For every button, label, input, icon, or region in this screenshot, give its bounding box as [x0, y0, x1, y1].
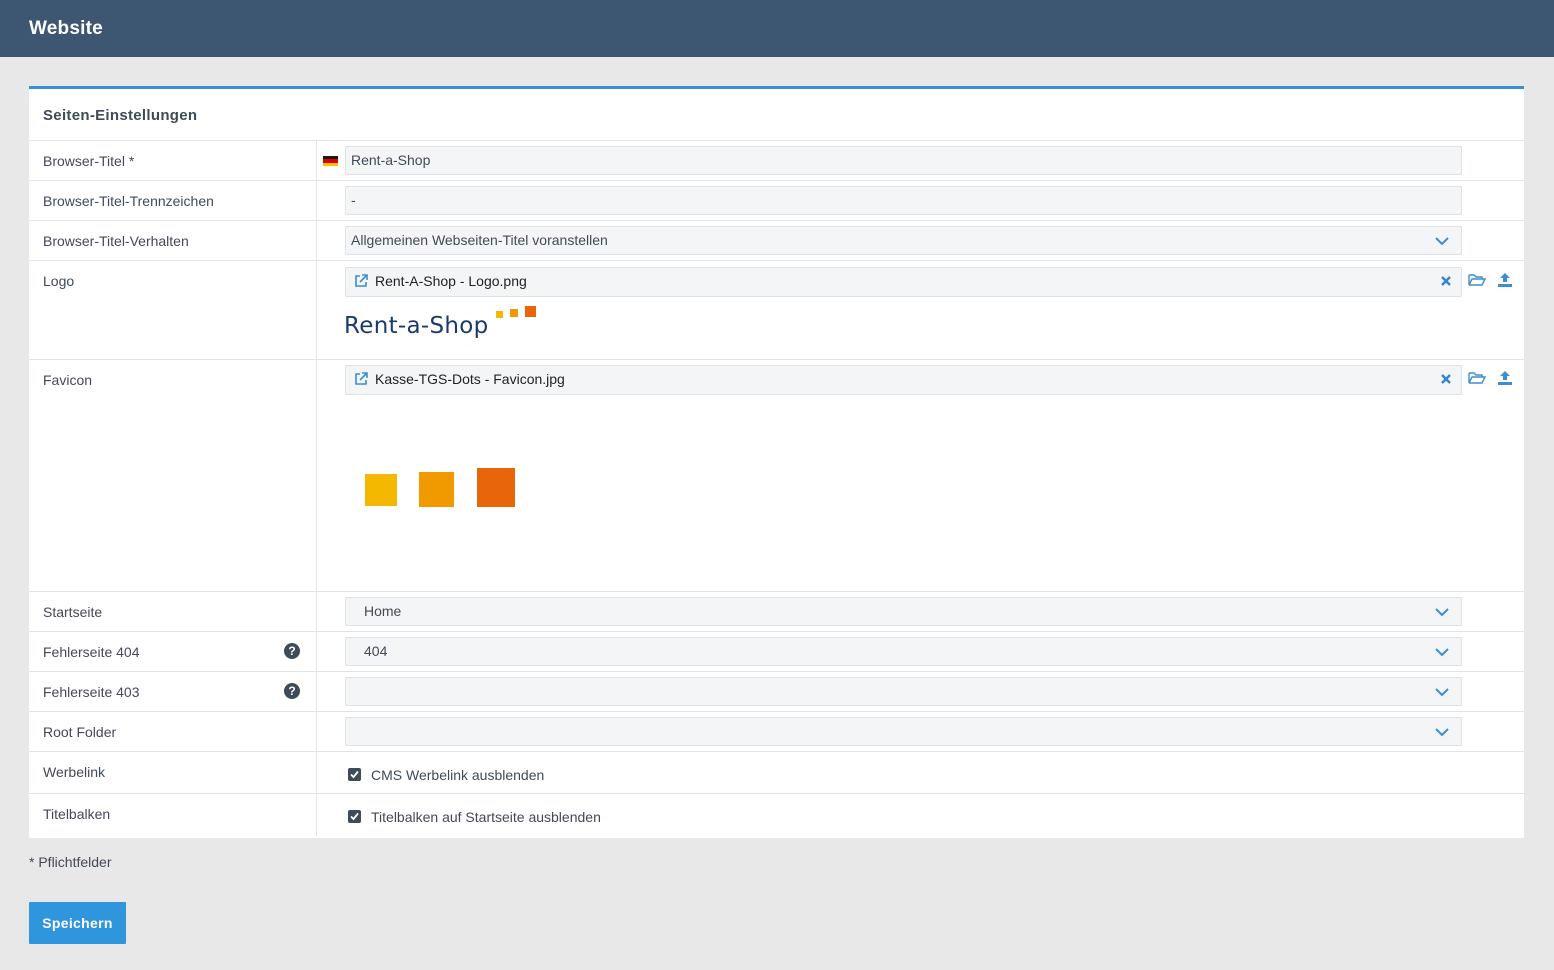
save-button[interactable]: Speichern [29, 902, 126, 944]
error-403-label: Fehlerseite 403 [43, 684, 140, 700]
logo-filename: Rent-A-Shop - Logo.png [375, 273, 527, 289]
row-ad-link: Werbelink CMS Werbelink ausblenden [29, 752, 1524, 794]
title-separator-label: Browser-Titel-Trennzeichen [43, 193, 214, 209]
row-favicon: Favicon Kasse-TGS-Dots - Favicon.jpg [29, 360, 1524, 592]
favicon-file-field[interactable]: Kasse-TGS-Dots - Favicon.jpg [345, 365, 1462, 395]
chevron-down-icon [1435, 608, 1449, 617]
logo-preview-text: Rent-a-Shop [344, 313, 489, 339]
chevron-down-icon [1435, 688, 1449, 697]
row-root-folder: Root Folder [29, 712, 1524, 752]
browser-title-input[interactable]: Rent-a-Shop [345, 146, 1462, 175]
question-circle-icon[interactable]: ? [284, 683, 300, 699]
row-error-404: Fehlerseite 404 ? 404 [29, 632, 1524, 672]
favicon-dot [365, 474, 397, 506]
app-title: Website [29, 18, 103, 39]
error-404-select[interactable]: 404 [345, 637, 1462, 666]
ad-link-checkbox-label[interactable]: CMS Werbelink ausblenden [371, 767, 544, 783]
start-page-select[interactable]: Home [345, 597, 1462, 626]
logo-label: Logo [43, 273, 75, 289]
row-title-separator: Browser-Titel-Trennzeichen - [29, 181, 1524, 221]
folder-open-icon[interactable] [1468, 370, 1486, 386]
favicon-dot [419, 472, 454, 507]
row-title-behavior: Browser-Titel-Verhalten Allgemeinen Webs… [29, 221, 1524, 261]
title-behavior-label: Browser-Titel-Verhalten [43, 233, 189, 249]
external-link-icon[interactable] [354, 372, 368, 386]
root-folder-select[interactable] [345, 717, 1462, 746]
root-folder-label: Root Folder [43, 724, 117, 740]
error-404-label: Fehlerseite 404 [43, 644, 140, 660]
title-behavior-value: Allgemeinen Webseiten-Titel voranstellen [351, 232, 608, 248]
start-page-label: Startseite [43, 604, 103, 620]
browser-title-value: Rent-a-Shop [351, 152, 431, 168]
logo-dot [510, 309, 518, 317]
close-icon[interactable] [1439, 274, 1453, 288]
title-separator-input[interactable]: - [345, 186, 1462, 215]
settings-panel: Seiten-Einstellungen Browser-Titel * Ren… [29, 86, 1524, 838]
ad-link-label: Werbelink [43, 764, 105, 780]
close-icon[interactable] [1439, 372, 1453, 386]
error-404-value: 404 [364, 643, 388, 659]
german-flag-icon[interactable] [323, 156, 338, 166]
app-header: Website [0, 0, 1554, 57]
title-bar-checkbox-label[interactable]: Titelbalken auf Startseite ausblenden [371, 809, 601, 825]
upload-icon[interactable] [1496, 272, 1514, 288]
folder-open-icon[interactable] [1468, 272, 1486, 288]
question-circle-icon[interactable]: ? [284, 643, 300, 659]
row-title-bar: Titelbalken Titelbalken auf Startseite a… [29, 794, 1524, 836]
upload-icon[interactable] [1496, 370, 1514, 386]
logo-preview: Rent-a-Shop [344, 305, 544, 345]
logo-dot [496, 311, 503, 318]
title-bar-checkbox[interactable] [348, 810, 361, 823]
panel-title: Seiten-Einstellungen [43, 107, 198, 124]
row-start-page: Startseite Home [29, 592, 1524, 632]
title-separator-value: - [351, 192, 356, 208]
external-link-icon[interactable] [354, 274, 368, 288]
panel-header: Seiten-Einstellungen [29, 89, 1524, 141]
favicon-preview [365, 468, 525, 513]
logo-dot [525, 306, 536, 317]
row-browser-title: Browser-Titel * Rent-a-Shop [29, 141, 1524, 181]
favicon-filename: Kasse-TGS-Dots - Favicon.jpg [375, 371, 565, 387]
browser-title-label: Browser-Titel * [43, 153, 135, 169]
row-logo: Logo Rent-A-Shop - Logo.png Rent-a-Shop [29, 261, 1524, 360]
chevron-down-icon [1435, 728, 1449, 737]
logo-file-field[interactable]: Rent-A-Shop - Logo.png [345, 267, 1462, 297]
favicon-label: Favicon [43, 372, 93, 388]
row-error-403: Fehlerseite 403 ? [29, 672, 1524, 712]
favicon-dot [477, 468, 515, 507]
ad-link-checkbox[interactable] [348, 768, 361, 781]
chevron-down-icon [1435, 648, 1449, 657]
title-behavior-select[interactable]: Allgemeinen Webseiten-Titel voranstellen [345, 226, 1462, 255]
start-page-value: Home [364, 603, 402, 619]
required-fields-note: * Pflichtfelder [29, 854, 112, 870]
error-403-select[interactable] [345, 677, 1462, 706]
title-bar-label: Titelbalken [43, 806, 111, 822]
chevron-down-icon [1435, 237, 1449, 246]
